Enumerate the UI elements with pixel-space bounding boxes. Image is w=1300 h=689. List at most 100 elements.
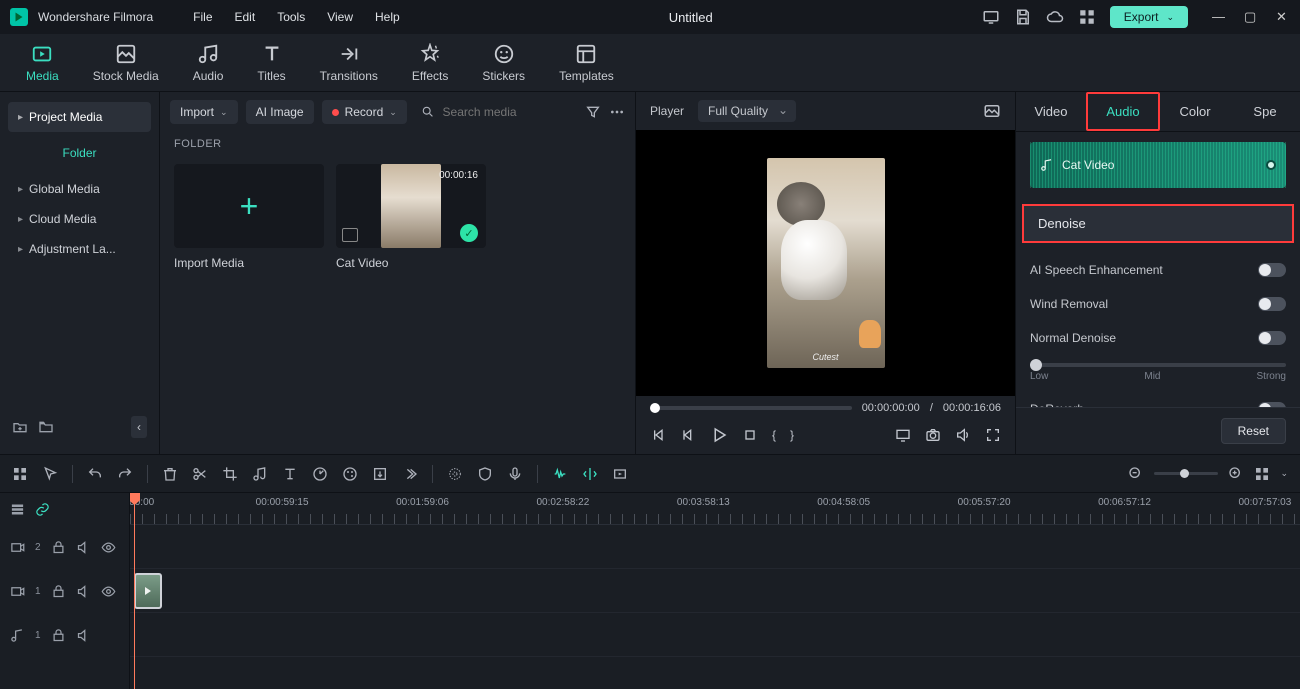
insp-tab-color[interactable]: Color (1160, 94, 1230, 129)
stop-icon[interactable] (742, 427, 758, 443)
sidebar-global-media[interactable]: ▸Global Media (8, 174, 151, 204)
track-audio-1[interactable] (130, 613, 1300, 657)
track-head-video-2[interactable]: 2 (0, 525, 129, 569)
toggle-ai-speech[interactable] (1258, 263, 1286, 277)
view-dropdown[interactable]: ⌄ (1280, 468, 1288, 479)
quality-dropdown[interactable]: Full Quality (698, 100, 796, 122)
track-head-audio-1[interactable]: 1 (0, 613, 129, 657)
fullscreen-icon[interactable] (985, 427, 1001, 443)
tab-stickers[interactable]: Stickers (482, 43, 525, 83)
menu-tools[interactable]: Tools (277, 10, 305, 24)
screen-icon[interactable] (982, 8, 1000, 26)
undo-icon[interactable] (87, 466, 103, 482)
section-denoise[interactable]: Denoise (1022, 204, 1294, 243)
mark-in-icon[interactable]: { (772, 428, 776, 442)
crop-icon[interactable] (222, 466, 238, 482)
tl-cursor-icon[interactable] (42, 466, 58, 482)
lock-icon[interactable] (51, 628, 66, 643)
save-icon[interactable] (1014, 8, 1032, 26)
sidebar-cloud-media[interactable]: ▸Cloud Media (8, 204, 151, 234)
zoom-slider[interactable] (1154, 472, 1218, 475)
sidebar-adjustment-layer[interactable]: ▸Adjustment La... (8, 234, 151, 264)
toggle-wind-removal[interactable] (1258, 297, 1286, 311)
tl-grid-icon[interactable] (12, 466, 28, 482)
audio-sync-icon[interactable] (552, 466, 568, 482)
snapshot-icon[interactable] (983, 102, 1001, 120)
zoom-out-icon[interactable] (1128, 466, 1144, 482)
beat-icon[interactable] (252, 466, 268, 482)
tracks-options-icon[interactable] (10, 502, 25, 517)
delete-icon[interactable] (162, 466, 178, 482)
record-dropdown[interactable]: Record⌄ (322, 100, 407, 124)
eye-icon[interactable] (101, 540, 116, 555)
insp-tab-speed[interactable]: Spe (1230, 94, 1300, 129)
slider-normal-denoise[interactable] (1030, 363, 1286, 367)
shield-icon[interactable] (477, 466, 493, 482)
apps-icon[interactable] (1078, 8, 1096, 26)
menu-file[interactable]: File (193, 10, 212, 24)
lock-icon[interactable] (51, 540, 66, 555)
menu-edit[interactable]: Edit (235, 10, 256, 24)
collapse-sidebar[interactable]: ‹ (131, 416, 147, 438)
import-media-card[interactable]: + Import Media (174, 164, 324, 270)
tab-stock-media[interactable]: Stock Media (93, 43, 159, 83)
insp-tab-video[interactable]: Video (1016, 94, 1086, 129)
new-folder-icon[interactable] (12, 419, 28, 435)
timeline-clip-cat-video[interactable] (134, 573, 162, 609)
speed-icon[interactable] (312, 466, 328, 482)
sidebar-project-media[interactable]: ▸Project Media (8, 102, 151, 132)
zoom-in-icon[interactable] (1228, 466, 1244, 482)
view-grid-icon[interactable] (1254, 466, 1270, 482)
split-icon[interactable] (192, 466, 208, 482)
track-video-1[interactable] (130, 569, 1300, 613)
new-bin-icon[interactable] (38, 419, 54, 435)
track-video-2[interactable] (130, 525, 1300, 569)
filter-icon[interactable] (585, 104, 601, 120)
mute-icon[interactable] (76, 584, 91, 599)
play-icon[interactable] (710, 426, 728, 444)
lock-icon[interactable] (51, 584, 66, 599)
mute-icon[interactable] (76, 540, 91, 555)
step-back-icon[interactable] (680, 427, 696, 443)
ai-image-button[interactable]: AI Image (246, 100, 314, 124)
window-maximize[interactable]: ▢ (1244, 9, 1258, 25)
tab-titles[interactable]: Titles (257, 43, 285, 83)
tab-transitions[interactable]: Transitions (320, 43, 378, 83)
mark-out-icon[interactable]: } (790, 428, 794, 442)
sidebar-folder[interactable]: Folder (8, 138, 151, 168)
clip-volume-knob[interactable] (1266, 160, 1276, 170)
redo-icon[interactable] (117, 466, 133, 482)
export-button[interactable]: Export⌄ (1110, 6, 1188, 28)
tab-templates[interactable]: Templates (559, 43, 614, 83)
clip-audio-preview[interactable]: Cat Video (1030, 142, 1286, 188)
reset-button[interactable]: Reset (1221, 418, 1286, 444)
eye-icon[interactable] (101, 584, 116, 599)
insp-tab-audio[interactable]: Audio (1086, 92, 1160, 131)
more-icon[interactable] (609, 104, 625, 120)
smart-cut-icon[interactable] (582, 466, 598, 482)
download-icon[interactable] (372, 466, 388, 482)
search-input[interactable] (443, 105, 571, 119)
toggle-dereverb[interactable] (1258, 402, 1286, 407)
cloud-icon[interactable] (1046, 8, 1064, 26)
import-dropdown[interactable]: Import⌄ (170, 100, 238, 124)
prev-frame-icon[interactable] (650, 427, 666, 443)
tracking-icon[interactable] (447, 466, 463, 482)
more-tools-icon[interactable] (402, 466, 418, 482)
frame-icon[interactable] (612, 466, 628, 482)
media-card-cat-video[interactable]: 00:00:16 ✓ Cat Video (336, 164, 486, 270)
color-icon[interactable] (342, 466, 358, 482)
volume-icon[interactable] (955, 427, 971, 443)
camera-icon[interactable] (925, 427, 941, 443)
mute-icon[interactable] (76, 628, 91, 643)
menu-view[interactable]: View (327, 10, 353, 24)
player-scrubber[interactable] (650, 406, 852, 410)
tab-audio[interactable]: Audio (193, 43, 224, 83)
mic-icon[interactable] (507, 466, 523, 482)
window-minimize[interactable]: — (1212, 9, 1226, 25)
menu-help[interactable]: Help (375, 10, 400, 24)
preview-viewport[interactable] (636, 130, 1015, 396)
track-head-video-1[interactable]: 1 (0, 569, 129, 613)
display-icon[interactable] (895, 427, 911, 443)
link-icon[interactable] (35, 502, 50, 517)
